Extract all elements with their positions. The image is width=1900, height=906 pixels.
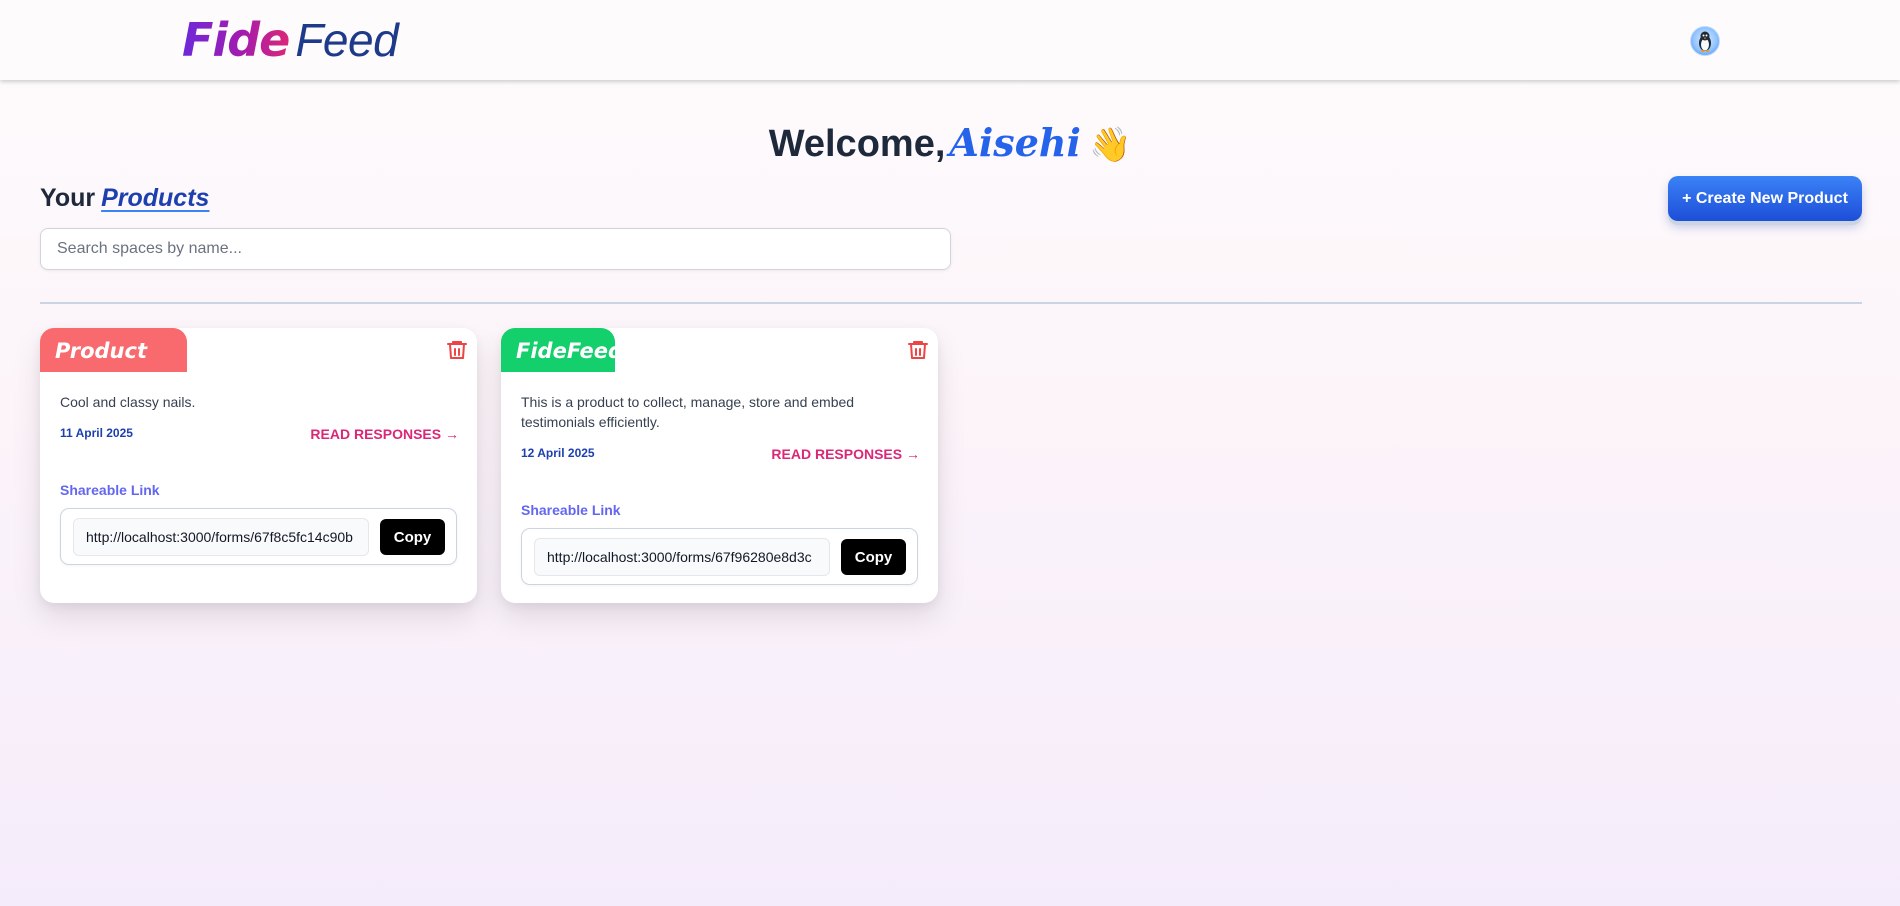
penguin-icon bbox=[1699, 31, 1711, 52]
trash-icon[interactable] bbox=[445, 338, 469, 362]
product-date: 12 April 2025 bbox=[521, 446, 595, 460]
products-section-title: Your Products bbox=[40, 184, 209, 213]
copy-link-button[interactable]: Copy bbox=[380, 519, 445, 555]
section-title-prefix: Your bbox=[40, 184, 96, 212]
product-card-product-one: Product One Cool and classy nails. 11 Ap… bbox=[40, 328, 477, 603]
shareable-link-box: Copy bbox=[521, 528, 918, 585]
welcome-user-name: Aisehi bbox=[949, 120, 1081, 165]
product-description: This is a product to collect, manage, st… bbox=[521, 394, 855, 430]
shareable-link-input[interactable] bbox=[534, 538, 830, 576]
shareable-link-input[interactable] bbox=[73, 518, 369, 556]
create-new-product-button[interactable]: + Create New Product bbox=[1668, 176, 1862, 221]
section-divider bbox=[40, 302, 1862, 304]
shareable-link-label: Shareable Link bbox=[60, 482, 160, 498]
product-description: Cool and classy nails. bbox=[60, 394, 196, 410]
user-avatar[interactable] bbox=[1690, 26, 1720, 56]
welcome-heading: Welcome, Aisehi 👋 bbox=[0, 118, 1900, 170]
search-spaces-input[interactable] bbox=[40, 228, 951, 270]
product-name-tag: Product One bbox=[40, 328, 187, 409]
shareable-link-box: Copy bbox=[60, 508, 457, 565]
fidefeed-logo[interactable]: Fide Feed bbox=[182, 13, 399, 67]
trash-icon[interactable] bbox=[906, 338, 930, 362]
product-name-tag: FideFeed bbox=[501, 328, 623, 372]
read-responses-link[interactable]: READ RESPONSES → bbox=[771, 446, 920, 462]
top-navbar: Fide Feed bbox=[0, 0, 1900, 80]
product-date: 11 April 2025 bbox=[60, 426, 133, 440]
logo-text-fide: Fide bbox=[182, 13, 290, 67]
copy-link-button[interactable]: Copy bbox=[841, 539, 906, 575]
waving-hand-icon: 👋 bbox=[1088, 126, 1132, 164]
read-responses-link[interactable]: READ RESPONSES → bbox=[310, 426, 459, 442]
logo-text-feed: Feed bbox=[295, 14, 399, 66]
product-card-fidefeed: FideFeed This is a product to collect, m… bbox=[501, 328, 938, 603]
welcome-greeting: Welcome, bbox=[768, 123, 946, 165]
shareable-link-label: Shareable Link bbox=[521, 502, 621, 518]
section-title-highlight: Products bbox=[101, 184, 210, 212]
